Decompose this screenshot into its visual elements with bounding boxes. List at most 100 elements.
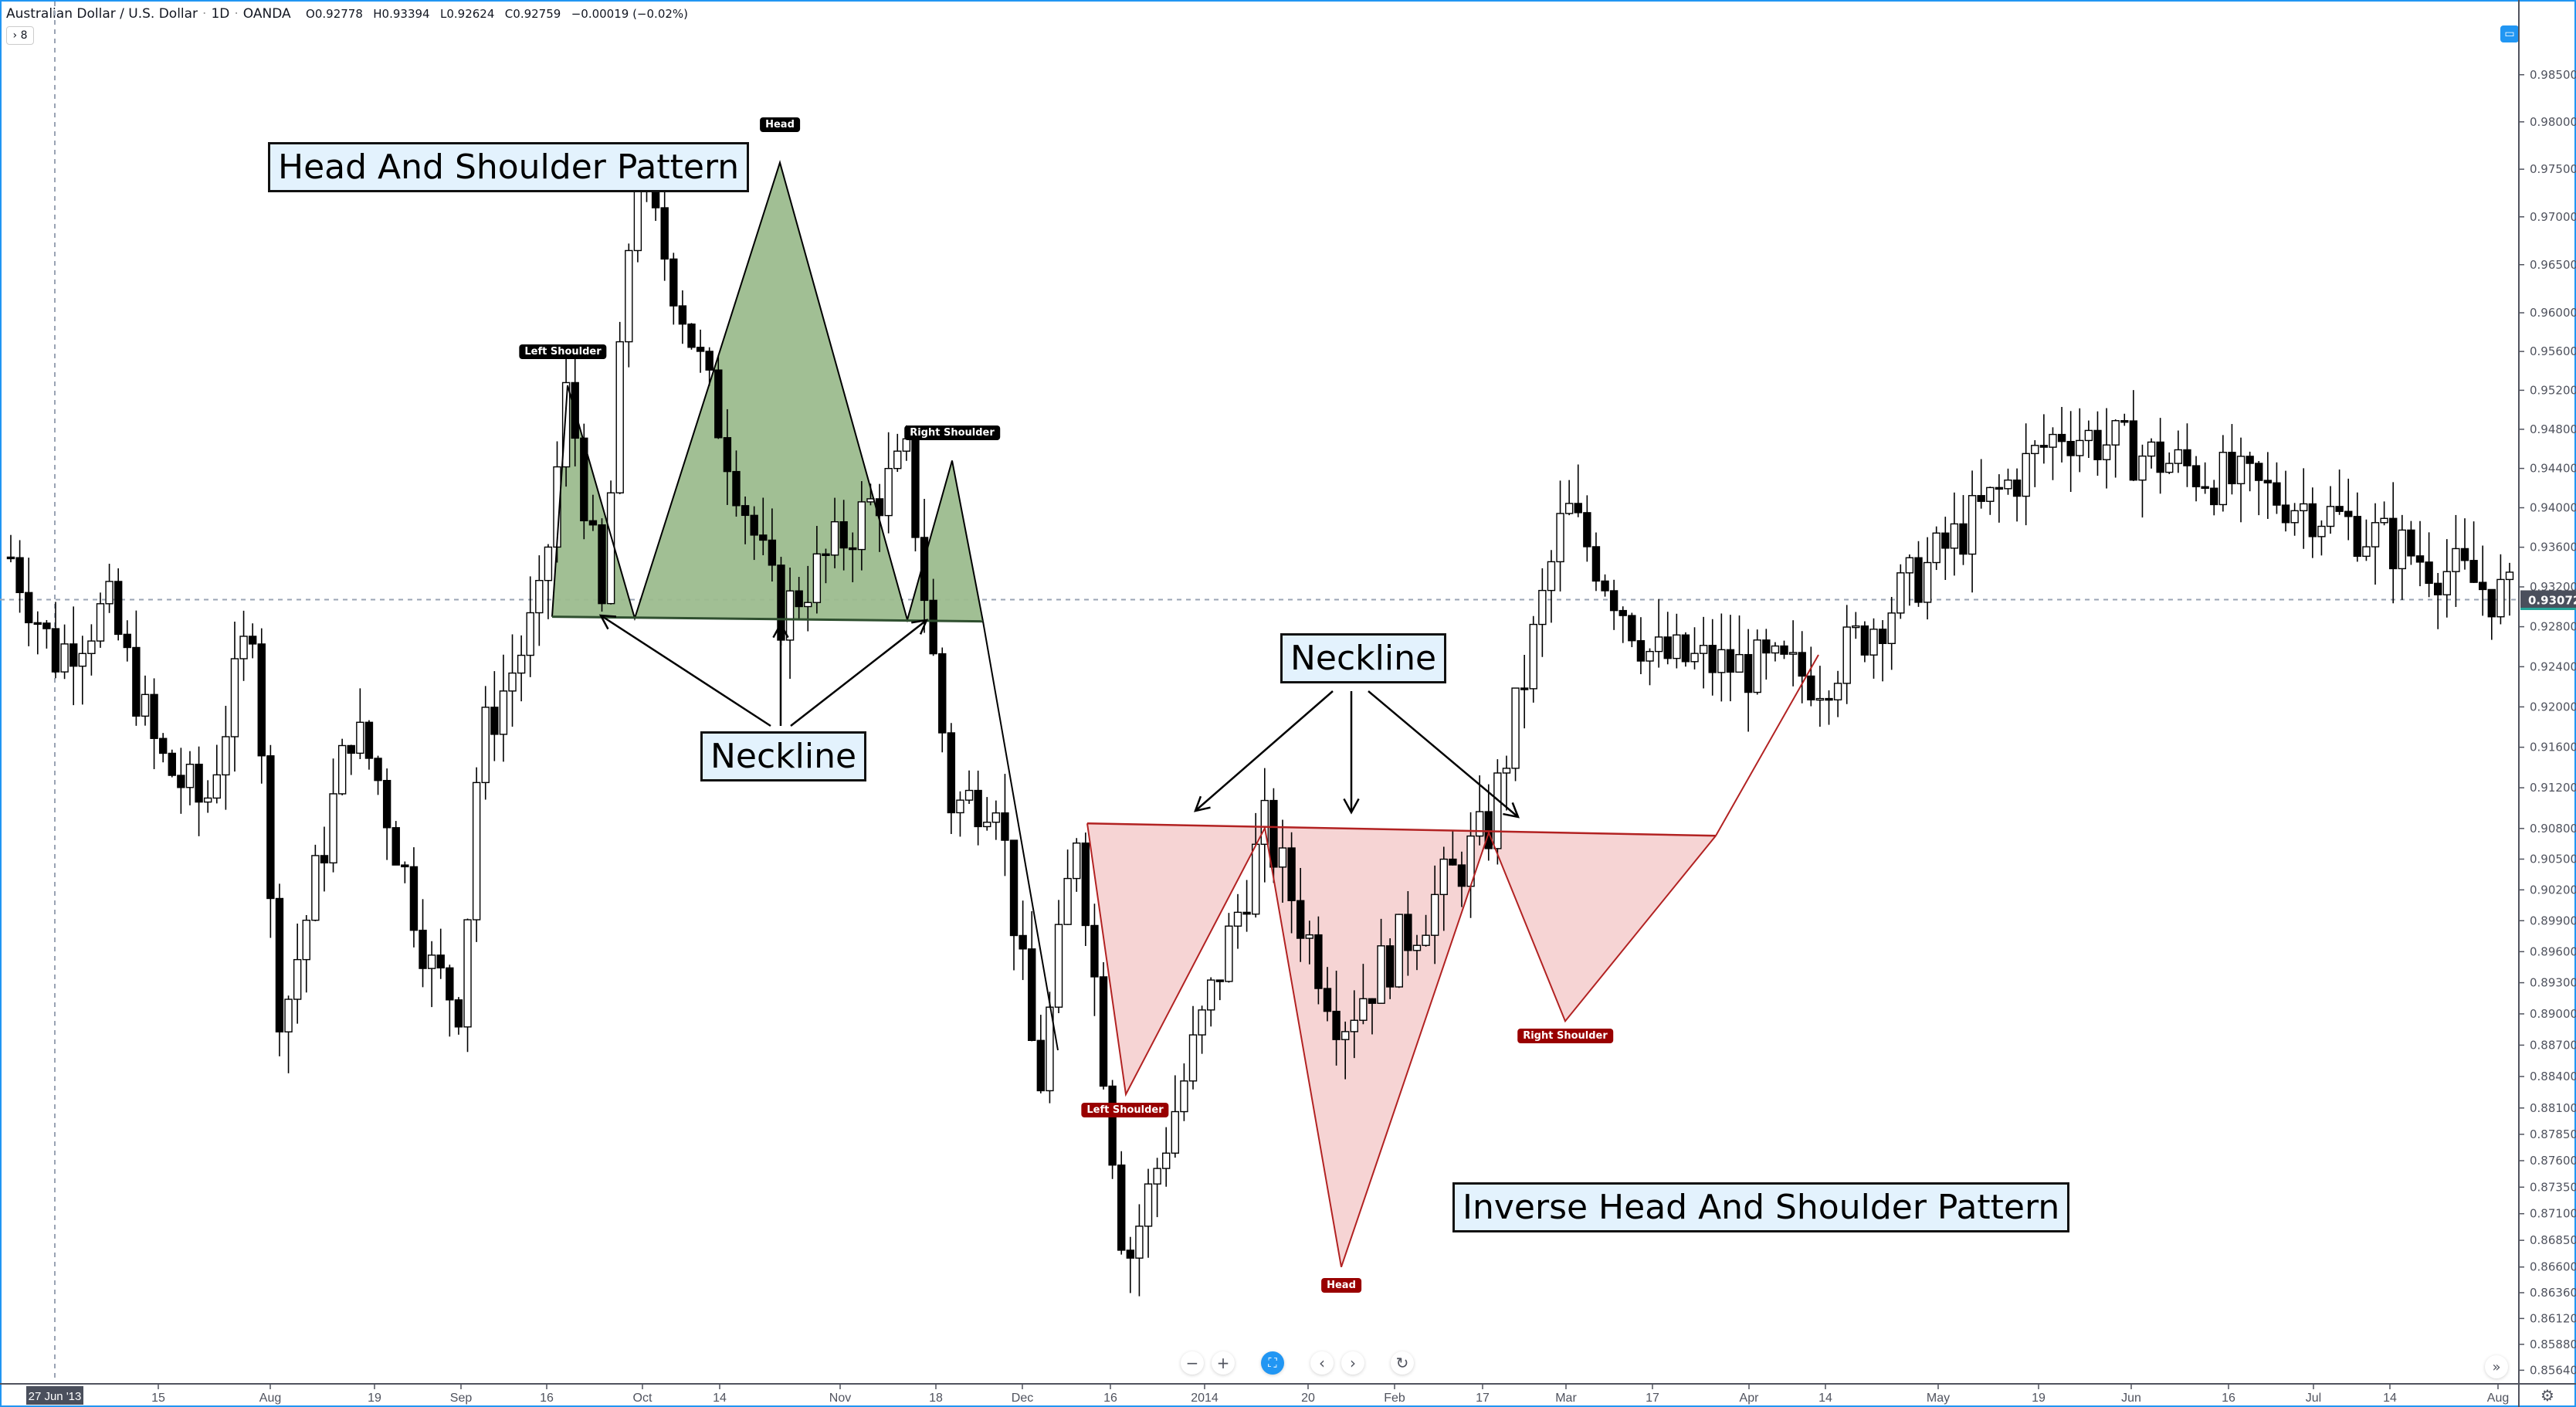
crosshair-date-label: 27 Jun '13 (29, 1390, 82, 1403)
candle-body-up (2218, 452, 2228, 506)
price-tick-label: 0.86120 (2530, 1311, 2576, 1325)
candle-body-up (1359, 998, 1368, 1021)
candle-body-down (2344, 510, 2353, 517)
candle (2479, 545, 2487, 616)
candle (2300, 468, 2308, 549)
reset-chart-button[interactable]: ↻ (1391, 1351, 1414, 1375)
ihs-left-shoulder-label[interactable]: Left Shoulder (1081, 1103, 1169, 1117)
settings-gear-icon[interactable]: ⚙ (2540, 1386, 2554, 1405)
candle (1019, 900, 1027, 981)
candle-body-down (69, 643, 78, 667)
time-tick-label: 2014 (1191, 1392, 1219, 1405)
candle-body-up (785, 590, 795, 641)
candle-body-down (51, 628, 60, 673)
ihs-right-shoulder-label[interactable]: Right Shoulder (1517, 1029, 1613, 1043)
candle-body-down (436, 954, 445, 969)
candle (2344, 478, 2353, 541)
candle (2389, 482, 2398, 604)
hs-head-label[interactable]: Head (760, 117, 800, 132)
price-tick-label: 0.91600 (2530, 741, 2576, 754)
candle-body-up (1511, 687, 1520, 769)
candle-body-down (2246, 456, 2254, 464)
candle-body-down (741, 505, 750, 517)
price-tick-label: 0.92000 (2530, 700, 2576, 714)
candle-body-up (78, 653, 86, 667)
candle-body-up (1341, 1031, 1350, 1040)
candle-body-down (795, 590, 803, 608)
candle (2156, 418, 2164, 494)
time-tick-label: 18 (929, 1392, 943, 1405)
candle-body-up (284, 998, 293, 1032)
candle (2496, 554, 2505, 625)
candle-body-up (804, 602, 812, 608)
scroll-left-button[interactable]: ‹ (1310, 1351, 1334, 1375)
candle (1673, 613, 1681, 669)
candle-body-up (1278, 847, 1287, 868)
candle-body-down (2191, 465, 2201, 487)
candle (2308, 487, 2317, 558)
candle (1215, 979, 1225, 1001)
candle (2415, 520, 2425, 587)
candle-body-down (687, 323, 696, 348)
candle (337, 738, 347, 795)
ihs-neckline-label[interactable]: Neckline (1280, 633, 1447, 683)
reset-scale-button[interactable]: ⛶ (1261, 1351, 1284, 1375)
scroll-right-button[interactable]: › (1341, 1351, 1364, 1375)
hs-left-shoulder-label[interactable]: Left Shoulder (519, 344, 607, 359)
zoom-out-button[interactable]: − (1181, 1351, 1204, 1375)
candle-body-down (266, 755, 275, 900)
candle-body-down (1287, 847, 1296, 901)
candle-body-down (1726, 649, 1735, 673)
candle-body-down (123, 633, 131, 649)
candle (69, 606, 78, 706)
candle (598, 518, 606, 612)
candle (1529, 615, 1537, 703)
candle-body-up (185, 763, 195, 788)
candle-body-down (1314, 934, 1323, 989)
candle-body-up (1788, 652, 1798, 655)
candle-body-down (1269, 799, 1278, 868)
candle-body-up (2102, 444, 2111, 460)
candle-body-up (1896, 572, 1905, 614)
candle (2111, 419, 2120, 478)
hs-title-label[interactable]: Head And Shoulder Pattern (268, 142, 750, 192)
candle-body-down (732, 470, 741, 507)
candle-body-up (1188, 1034, 1198, 1082)
time-tick-label: Sep (450, 1392, 473, 1405)
candle-body-up (1350, 1019, 1358, 1032)
hs-neckline-label[interactable]: Neckline (700, 731, 867, 781)
ihs-title-label[interactable]: Inverse Head And Shoulder Pattern (1452, 1182, 2070, 1232)
candle-body-up (1673, 634, 1681, 659)
time-tick-label: 16 (2222, 1392, 2235, 1405)
candle-body-down (1117, 1165, 1126, 1251)
ihs-head-label[interactable]: Head (1321, 1278, 1361, 1293)
candle-body-up (517, 654, 526, 674)
candle-body-up (2442, 571, 2452, 595)
go-to-realtime-button[interactable]: » (2485, 1355, 2508, 1378)
candle (481, 686, 490, 800)
candle (1708, 619, 1717, 696)
candle (1932, 526, 1940, 571)
candle-body-up (1233, 911, 1242, 927)
zoom-in-button[interactable]: + (1212, 1351, 1235, 1375)
candle (2084, 420, 2093, 458)
price-chart[interactable]: 0.98500 0.98000 0.97500 0.97000 0.96500 0.960… (0, 0, 2576, 1407)
candle (409, 847, 419, 948)
candle (1511, 687, 1520, 781)
candle (329, 758, 337, 873)
candle-body-up (1144, 1183, 1153, 1227)
hs-right-shoulder-label[interactable]: Right Shoulder (904, 425, 1000, 440)
candle (1914, 541, 1923, 607)
candle-body-down (2120, 420, 2129, 423)
candle (2263, 452, 2273, 519)
price-tick-label: 0.98000 (2530, 115, 2576, 129)
candle-body-up (1654, 636, 1663, 653)
candle-body-up (212, 774, 221, 799)
candle-body-down (974, 789, 982, 828)
candle-body-up (1207, 979, 1215, 1011)
candle-body-down (2210, 487, 2218, 506)
candle-body-up (1135, 1226, 1144, 1259)
candle (2469, 521, 2478, 583)
price-tick-label: 0.85640 (2530, 1363, 2576, 1377)
candle (2049, 427, 2057, 480)
